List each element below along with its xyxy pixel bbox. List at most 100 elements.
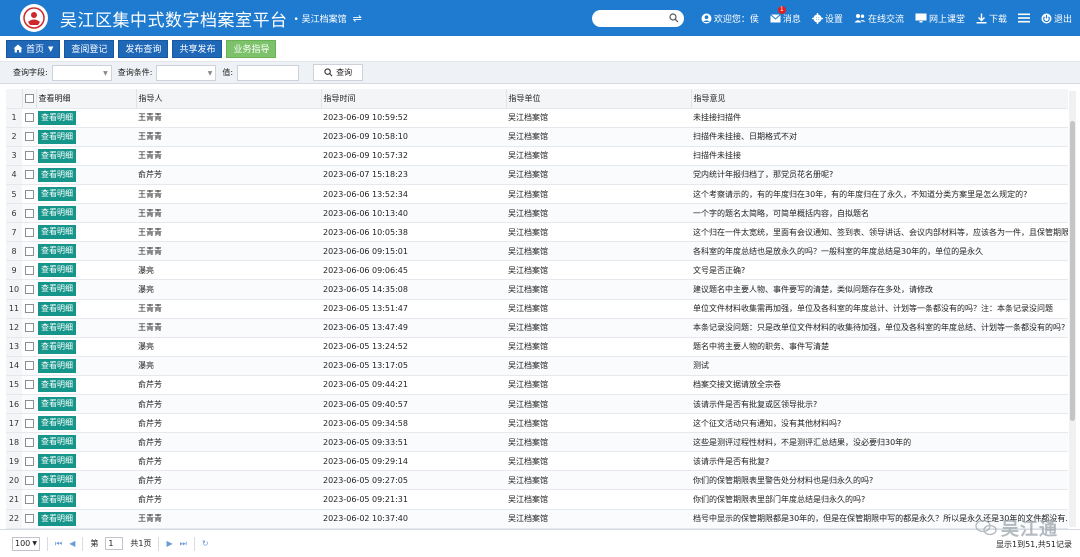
query-button[interactable]: 查询 xyxy=(313,64,364,81)
row-checkbox[interactable] xyxy=(22,394,36,415)
view-detail-button[interactable]: 查看明细 xyxy=(38,435,76,450)
swap-icon[interactable]: ⇌ xyxy=(353,12,362,25)
view-detail-button[interactable]: 查看明细 xyxy=(38,339,76,354)
view-detail-button[interactable]: 查看明细 xyxy=(38,148,76,163)
col-guide-unit[interactable]: 指导单位 xyxy=(506,89,692,109)
table-row[interactable]: 10 查看明细 瀑亮 2023-06-05 14:35:08 吴江档案馆 建议题名中主要人… xyxy=(6,279,1068,300)
select-all-checkbox[interactable] xyxy=(22,89,37,109)
vertical-scrollbar[interactable] xyxy=(1069,91,1076,527)
table-row[interactable]: 11 查看明细 王青青 2023-06-05 13:51:47 吴江档案馆 单位文件材料收… xyxy=(6,299,1068,319)
share-publish-tab[interactable]: 共享发布 xyxy=(172,39,223,58)
table-row[interactable]: 5 查看明细 王青青 2023-06-06 13:52:34 吴江档案馆 这个考察请示的，… xyxy=(6,184,1068,205)
scrollbar-thumb[interactable] xyxy=(1070,121,1075,421)
row-checkbox[interactable] xyxy=(22,489,36,510)
view-detail-button[interactable]: 查看明细 xyxy=(38,416,76,431)
table-row[interactable]: 14 查看明细 瀑亮 2023-06-05 13:17:05 吴江档案馆 测试 xyxy=(6,356,1068,376)
table-row[interactable]: 18 查看明细 俞芹芳 2023-06-05 09:33:51 吴江档案馆 这些是测评过程… xyxy=(6,432,1068,453)
table-row[interactable]: 16 查看明细 俞芹芳 2023-06-05 09:40:57 吴江档案馆 该请示件是否有… xyxy=(6,394,1068,415)
table-row[interactable]: 22 查看明细 王青青 2023-06-02 10:37:40 吴江档案馆 档号中显示的保… xyxy=(6,509,1068,529)
table-row[interactable]: 21 查看明细 俞芹芳 2023-06-05 09:21:31 吴江档案馆 你们的保管期限… xyxy=(6,489,1068,510)
condition-select[interactable]: ▼ xyxy=(156,64,217,81)
table-row[interactable]: 19 查看明细 俞芹芳 2023-06-05 09:29:14 吴江档案馆 该请示件是否有… xyxy=(6,451,1068,472)
search-icon[interactable] xyxy=(669,12,679,23)
home-button[interactable]: 首页 ▼ xyxy=(6,39,61,58)
view-detail-button[interactable]: 查看明细 xyxy=(38,225,76,240)
row-checkbox[interactable] xyxy=(22,451,36,472)
table-row[interactable]: 6 查看明细 王青青 2023-06-06 10:13:40 吴江档案馆 一个字的题名太简… xyxy=(6,203,1068,224)
view-detail-button[interactable]: 查看明细 xyxy=(38,167,76,182)
logout-link[interactable]: 退出 xyxy=(1041,12,1072,25)
view-detail-button[interactable]: 查看明细 xyxy=(38,110,76,125)
row-checkbox[interactable] xyxy=(22,299,36,319)
row-checkbox[interactable] xyxy=(22,509,36,529)
publish-query-tab[interactable]: 发布查询 xyxy=(118,39,169,58)
view-detail-button[interactable]: 查看明细 xyxy=(38,282,76,297)
table-row[interactable]: 12 查看明细 王青青 2023-06-05 13:47:49 吴江档案馆 本条记录没问题… xyxy=(6,318,1068,338)
row-checkbox[interactable] xyxy=(22,108,36,128)
row-checkbox[interactable] xyxy=(22,318,36,338)
online-chat-link[interactable]: 在线交流 xyxy=(854,12,904,25)
search-input[interactable] xyxy=(591,9,668,27)
row-checkbox[interactable] xyxy=(22,146,36,166)
row-checkbox[interactable] xyxy=(22,127,36,147)
row-checkbox[interactable] xyxy=(22,203,36,224)
row-checkbox[interactable] xyxy=(22,337,36,357)
view-detail-button[interactable]: 查看明细 xyxy=(38,473,76,488)
row-checkbox[interactable] xyxy=(22,279,36,300)
view-detail-button[interactable]: 查看明细 xyxy=(38,187,76,202)
last-page-icon[interactable]: ⏭ xyxy=(180,539,187,549)
view-detail-button[interactable]: 查看明细 xyxy=(38,206,76,221)
welcome-user[interactable]: 欢迎您：侯 xyxy=(701,12,759,25)
refresh-icon[interactable]: ↻ xyxy=(202,539,209,548)
row-checkbox[interactable] xyxy=(22,413,36,434)
page-number-input[interactable]: 1 xyxy=(105,537,124,550)
next-page-icon[interactable]: ▶ xyxy=(166,539,172,548)
col-view-detail[interactable]: 查看明细 xyxy=(36,89,137,109)
view-detail-button[interactable]: 查看明细 xyxy=(38,492,76,507)
table-row[interactable]: 15 查看明细 俞芹芳 2023-06-05 09:44:21 吴江档案馆 档案交接文据请… xyxy=(6,375,1068,396)
view-detail-button[interactable]: 查看明细 xyxy=(38,358,76,373)
table-row[interactable]: 7 查看明细 王青青 2023-06-06 10:05:38 吴江档案馆 这个归在一件太宽… xyxy=(6,222,1068,243)
prev-page-icon[interactable]: ◀ xyxy=(69,539,75,548)
col-guide-person[interactable]: 指导人 xyxy=(136,89,322,109)
row-checkbox[interactable] xyxy=(22,222,36,243)
first-page-icon[interactable]: ⏮ xyxy=(55,539,62,549)
table-row[interactable]: 4 查看明细 俞芹芳 2023-06-07 15:18:23 吴江档案馆 党内统计年报归档… xyxy=(6,165,1068,185)
org-name[interactable]: • 吴江档案馆 xyxy=(294,12,347,25)
table-row[interactable]: 17 查看明细 俞芹芳 2023-06-05 09:34:58 吴江档案馆 这个征文活动只… xyxy=(6,413,1068,434)
view-detail-button[interactable]: 查看明细 xyxy=(38,263,76,278)
table-row[interactable]: 1 查看明细 王青青 2023-06-09 10:59:52 吴江档案馆 未挂接扫描件 xyxy=(6,108,1068,128)
view-detail-button[interactable]: 查看明细 xyxy=(38,301,76,316)
table-row[interactable]: 9 查看明细 瀑亮 2023-06-06 09:06:45 吴江档案馆 文号是否正确? xyxy=(6,260,1068,281)
table-row[interactable]: 2 查看明细 王青青 2023-06-09 10:58:10 吴江档案馆 扫描件未挂接、日… xyxy=(6,127,1068,147)
table-row[interactable]: 3 查看明细 王青青 2023-06-09 10:57:32 吴江档案馆 扫描件未挂接 xyxy=(6,146,1068,166)
row-checkbox[interactable] xyxy=(22,165,36,185)
row-checkbox[interactable] xyxy=(22,432,36,453)
view-detail-button[interactable]: 查看明细 xyxy=(38,397,76,412)
online-class-link[interactable]: 网上课堂 xyxy=(915,12,965,25)
field-select[interactable]: ▼ xyxy=(51,64,112,81)
table-row[interactable]: 8 查看明细 王青青 2023-06-06 09:15:01 吴江档案馆 各科室的年度总结… xyxy=(6,241,1068,262)
page-size-select[interactable]: 100 ▼ xyxy=(12,536,40,551)
download-link[interactable]: 下载 xyxy=(976,12,1007,25)
view-detail-button[interactable]: 查看明细 xyxy=(38,244,76,259)
view-detail-button[interactable]: 查看明细 xyxy=(38,129,76,144)
row-checkbox[interactable] xyxy=(22,470,36,491)
view-detail-button[interactable]: 查看明细 xyxy=(38,454,76,469)
row-checkbox[interactable] xyxy=(22,356,36,376)
view-detail-button[interactable]: 查看明细 xyxy=(38,511,76,526)
row-checkbox[interactable] xyxy=(22,184,36,205)
row-checkbox[interactable] xyxy=(22,375,36,396)
view-detail-button[interactable]: 查看明细 xyxy=(38,320,76,335)
table-row[interactable]: 20 查看明细 俞芹芳 2023-06-05 09:27:05 吴江档案馆 你们的保管期限… xyxy=(6,470,1068,491)
business-guide-tab[interactable]: 业务指导 xyxy=(226,39,277,58)
menu-button[interactable] xyxy=(1017,13,1030,23)
messages-link[interactable]: 1 消息 xyxy=(770,5,801,25)
query-register-tab[interactable]: 查阅登记 xyxy=(64,39,115,58)
row-checkbox[interactable] xyxy=(22,260,36,281)
col-guide-opinion[interactable]: 指导意见 xyxy=(691,89,1068,109)
value-input[interactable] xyxy=(237,64,300,81)
settings-link[interactable]: 设置 xyxy=(811,12,843,25)
col-guide-time[interactable]: 指导时间 xyxy=(321,89,507,109)
view-detail-button[interactable]: 查看明细 xyxy=(38,377,76,392)
